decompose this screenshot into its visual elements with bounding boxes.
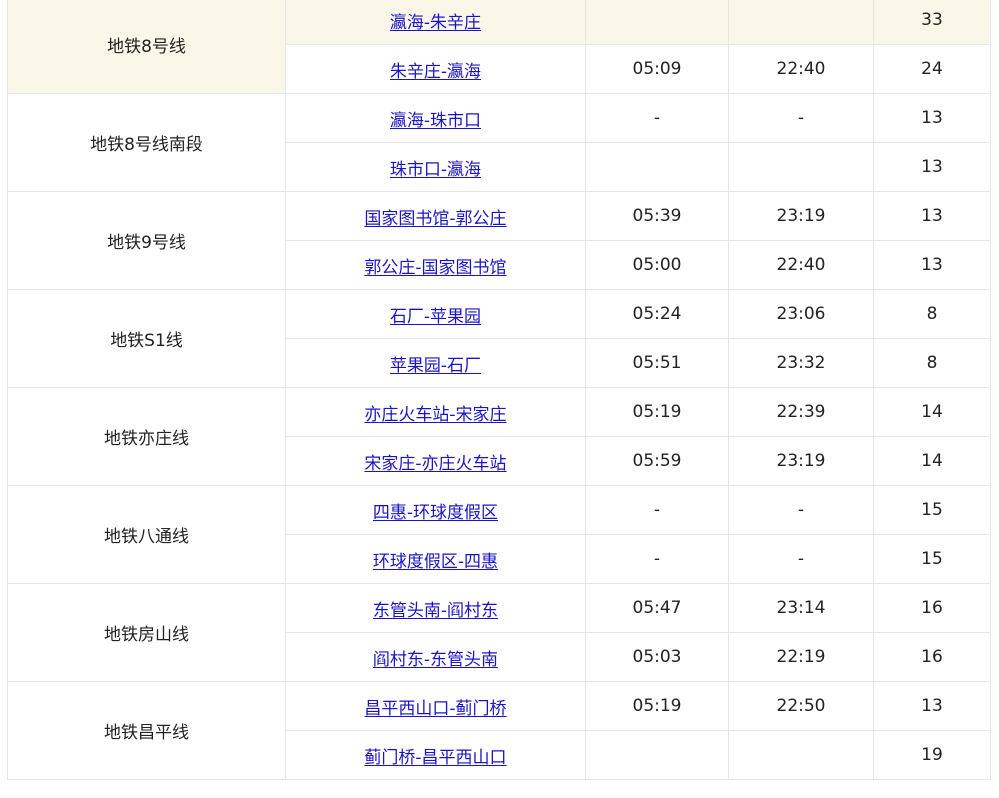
interval-cell: 24: [873, 44, 991, 94]
table-row: 地铁9号线 国家图书馆-郭公庄 05:39 23:19 13: [7, 191, 991, 290]
first-train-cell: 05:47: [585, 583, 729, 633]
line-name-cell: 地铁八通线: [7, 485, 286, 584]
direction-cell: 宋家庄-亦庄火车站: [285, 436, 586, 486]
direction-cell: 四惠-环球度假区: [285, 485, 586, 535]
table-row: 地铁八通线 四惠-环球度假区 - - 15: [7, 485, 991, 584]
direction-cell: 国家图书馆-郭公庄: [285, 191, 586, 241]
interval-cell: 14: [873, 387, 991, 437]
route-link[interactable]: 东管头南-阎村东: [373, 601, 498, 621]
route-link[interactable]: 昌平西山口-蓟门桥: [364, 699, 506, 719]
table-row: 地铁房山线 东管头南-阎村东 05:47 23:14 16: [7, 583, 991, 682]
first-train-cell: [585, 142, 729, 192]
table-row: 地铁S1线 石厂-苹果园 05:24 23:06 8: [7, 289, 991, 388]
interval-cell: 8: [873, 289, 991, 339]
route-link[interactable]: 四惠-环球度假区: [373, 503, 498, 523]
line-name-cell: 地铁8号线: [7, 0, 286, 94]
interval-cell: 33: [873, 0, 991, 45]
first-train-cell: 05:00: [585, 240, 729, 290]
interval-cell: 16: [873, 632, 991, 682]
interval-cell: 14: [873, 436, 991, 486]
direction-cell: 瀛海-珠市口: [285, 93, 586, 143]
last-train-cell: [728, 730, 874, 780]
line-name-cell: 地铁昌平线: [7, 681, 286, 780]
line-name-cell: 地铁房山线: [7, 583, 286, 682]
first-train-cell: -: [585, 534, 729, 584]
last-train-cell: 22:19: [728, 632, 874, 682]
last-train-cell: 22:40: [728, 240, 874, 290]
first-train-cell: 05:59: [585, 436, 729, 486]
route-link[interactable]: 瀛海-朱辛庄: [390, 13, 481, 33]
direction-cell: 珠市口-瀛海: [285, 142, 586, 192]
schedule-table-container: 地铁8号线 瀛海-朱辛庄 33 朱辛庄-瀛海 05:09 22:40 24 地铁…: [7, 0, 991, 780]
interval-cell: 15: [873, 485, 991, 535]
interval-cell: 19: [873, 730, 991, 780]
interval-cell: 13: [873, 93, 991, 143]
last-train-cell: -: [728, 485, 874, 535]
last-train-cell: 23:19: [728, 436, 874, 486]
line-name-cell: 地铁S1线: [7, 289, 286, 388]
first-train-cell: -: [585, 93, 729, 143]
line-name-cell: 地铁8号线南段: [7, 93, 286, 192]
line-name-cell: 地铁9号线: [7, 191, 286, 290]
interval-cell: 15: [873, 534, 991, 584]
direction-cell: 东管头南-阎村东: [285, 583, 586, 633]
line-name-cell: 地铁亦庄线: [7, 387, 286, 486]
route-link[interactable]: 环球度假区-四惠: [373, 552, 498, 572]
route-link[interactable]: 苹果园-石厂: [390, 356, 481, 376]
last-train-cell: 22:40: [728, 44, 874, 94]
table-row: 地铁亦庄线 亦庄火车站-宋家庄 05:19 22:39 14: [7, 387, 991, 486]
last-train-cell: 23:32: [728, 338, 874, 388]
route-link[interactable]: 朱辛庄-瀛海: [390, 62, 481, 82]
direction-cell: 石厂-苹果园: [285, 289, 586, 339]
first-train-cell: 05:39: [585, 191, 729, 241]
route-link[interactable]: 国家图书馆-郭公庄: [364, 209, 506, 229]
last-train-cell: [728, 0, 874, 45]
route-link[interactable]: 亦庄火车站-宋家庄: [364, 405, 506, 425]
first-train-cell: 05:03: [585, 632, 729, 682]
last-train-cell: 23:06: [728, 289, 874, 339]
route-link[interactable]: 阎村东-东管头南: [373, 650, 498, 670]
last-train-cell: 22:50: [728, 681, 874, 731]
direction-cell: 昌平西山口-蓟门桥: [285, 681, 586, 731]
first-train-cell: -: [585, 485, 729, 535]
last-train-cell: -: [728, 93, 874, 143]
first-train-cell: 05:19: [585, 681, 729, 731]
route-link[interactable]: 郭公庄-国家图书馆: [364, 258, 506, 278]
direction-cell: 环球度假区-四惠: [285, 534, 586, 584]
first-train-cell: 05:19: [585, 387, 729, 437]
interval-cell: 8: [873, 338, 991, 388]
last-train-cell: -: [728, 534, 874, 584]
interval-cell: 13: [873, 191, 991, 241]
first-train-cell: [585, 0, 729, 45]
route-link[interactable]: 蓟门桥-昌平西山口: [364, 748, 506, 768]
route-link[interactable]: 宋家庄-亦庄火车站: [364, 454, 506, 474]
route-link[interactable]: 珠市口-瀛海: [390, 160, 481, 180]
interval-cell: 13: [873, 142, 991, 192]
first-train-cell: 05:24: [585, 289, 729, 339]
direction-cell: 瀛海-朱辛庄: [285, 0, 586, 45]
first-train-cell: 05:51: [585, 338, 729, 388]
direction-cell: 苹果园-石厂: [285, 338, 586, 388]
direction-cell: 阎村东-东管头南: [285, 632, 586, 682]
last-train-cell: 23:19: [728, 191, 874, 241]
route-link[interactable]: 瀛海-珠市口: [390, 111, 481, 131]
table-row: 地铁8号线 瀛海-朱辛庄 33: [7, 0, 991, 94]
table-row: 地铁昌平线 昌平西山口-蓟门桥 05:19 22:50 13: [7, 681, 991, 780]
last-train-cell: 22:39: [728, 387, 874, 437]
direction-cell: 郭公庄-国家图书馆: [285, 240, 586, 290]
first-train-cell: 05:09: [585, 44, 729, 94]
subway-schedule-table: 地铁8号线 瀛海-朱辛庄 33 朱辛庄-瀛海 05:09 22:40 24 地铁…: [7, 0, 991, 780]
interval-cell: 13: [873, 240, 991, 290]
direction-cell: 蓟门桥-昌平西山口: [285, 730, 586, 780]
direction-cell: 亦庄火车站-宋家庄: [285, 387, 586, 437]
first-train-cell: [585, 730, 729, 780]
direction-cell: 朱辛庄-瀛海: [285, 44, 586, 94]
table-row: 地铁8号线南段 瀛海-珠市口 - - 13: [7, 93, 991, 192]
interval-cell: 13: [873, 681, 991, 731]
route-link[interactable]: 石厂-苹果园: [390, 307, 481, 327]
last-train-cell: 23:14: [728, 583, 874, 633]
last-train-cell: [728, 142, 874, 192]
interval-cell: 16: [873, 583, 991, 633]
